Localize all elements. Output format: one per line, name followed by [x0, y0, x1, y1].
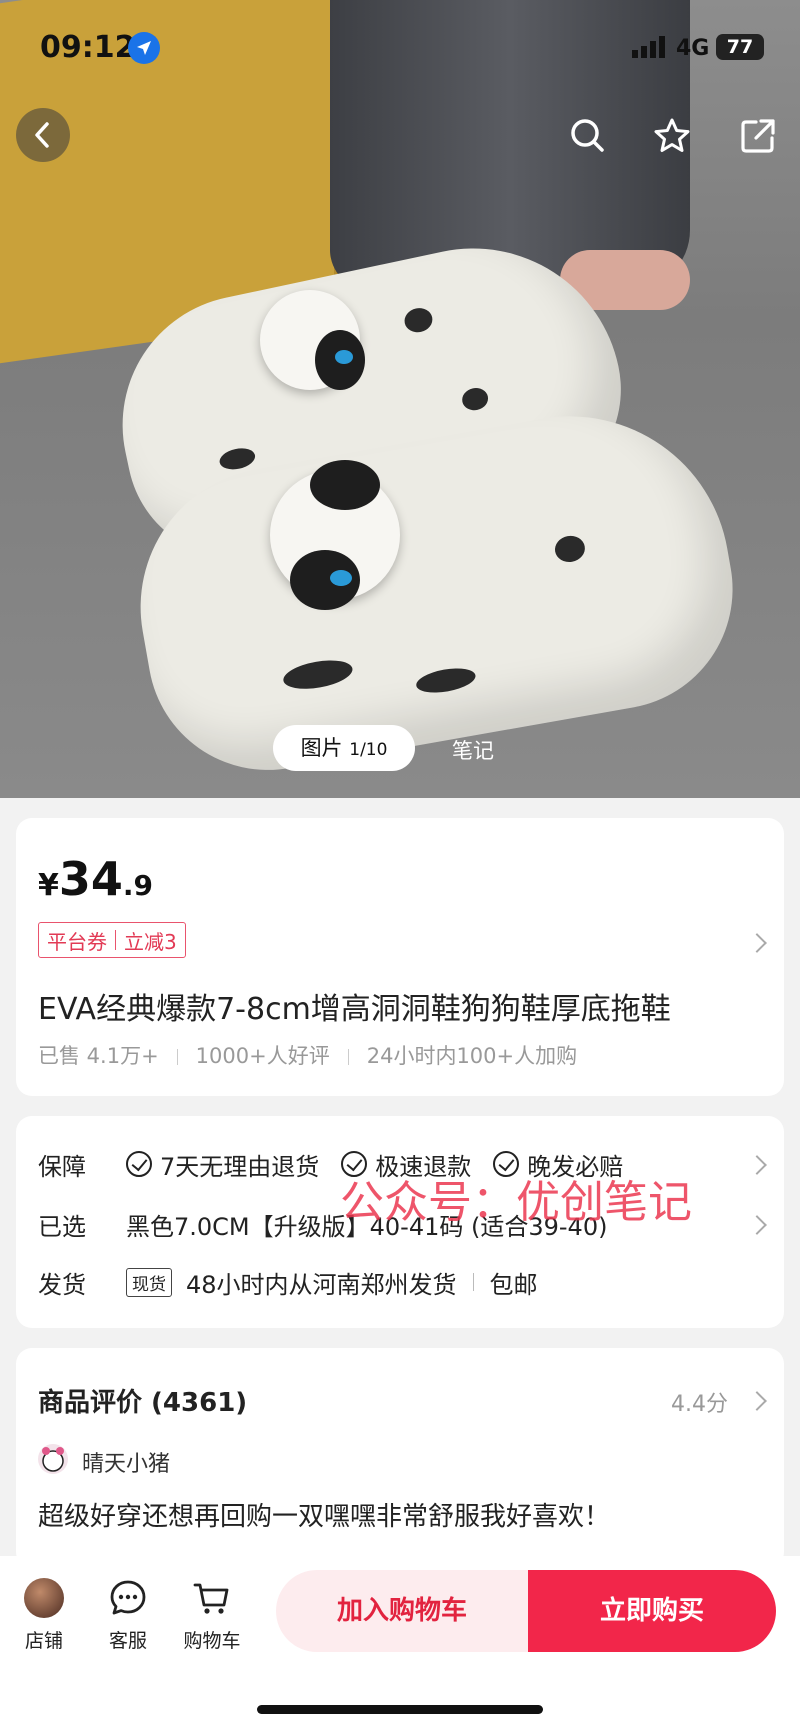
- dog-charm-back: [260, 290, 365, 390]
- cart-label: 购物车: [183, 1630, 241, 1652]
- product-title: EVA经典爆款7-8cm增高洞洞鞋狗狗鞋厚底拖鞋: [38, 992, 671, 1027]
- chevron-right-icon[interactable]: [747, 933, 767, 953]
- shop-label: 店铺: [24, 1630, 63, 1652]
- coupon-value: 立减3: [124, 929, 177, 954]
- signal-icon: [632, 36, 665, 58]
- add-to-cart-button[interactable]: 加入购物车: [276, 1570, 528, 1652]
- chat-bubble-icon: [110, 1580, 146, 1615]
- tab-notes[interactable]: 笔记: [452, 735, 494, 765]
- shop-avatar: [24, 1578, 64, 1618]
- review-score: 4.4分: [671, 1392, 728, 1417]
- chevron-left-icon: [35, 122, 49, 148]
- stats-divider: [176, 1049, 178, 1065]
- guarantee-item: 7天无理由退货: [160, 1152, 320, 1181]
- price: ¥34.9: [38, 852, 153, 906]
- shop-button[interactable]: 店铺: [4, 1578, 84, 1653]
- share-button[interactable]: [734, 112, 782, 160]
- favorite-button[interactable]: [648, 112, 696, 160]
- cart-button[interactable]: 购物车: [172, 1578, 252, 1653]
- battery-icon: 77: [716, 34, 764, 60]
- star-icon: [654, 118, 690, 152]
- good-review-count: 1000+人好评: [195, 1044, 330, 1068]
- shipping-label: 发货: [38, 1270, 86, 1299]
- chevron-right-icon[interactable]: [747, 1391, 767, 1411]
- network-type: 4G: [676, 36, 710, 61]
- share-icon: [741, 119, 775, 153]
- dog-charm-front: [270, 460, 400, 610]
- price-currency: ¥: [38, 868, 59, 903]
- status-bar: 09:12 4G 77: [0, 28, 800, 68]
- stats-divider: [347, 1049, 349, 1065]
- search-button[interactable]: [564, 112, 612, 160]
- back-button[interactable]: [16, 108, 70, 162]
- tab-images-label: 图片: [300, 736, 343, 760]
- coupon-type: 平台券: [47, 929, 107, 954]
- review-title: 商品评价 (4361): [38, 1388, 248, 1418]
- sales-stats: 已售 4.1万+ 1000+人好评 24小时内100+人加购: [38, 1040, 577, 1070]
- tab-images[interactable]: 图片 1/10: [273, 725, 415, 771]
- sold-count: 已售 4.1万+: [38, 1044, 159, 1068]
- tab-images-count: 1/10: [349, 740, 388, 760]
- cart-icon: [193, 1583, 229, 1614]
- review-text: 超级好穿还想再回购一双嘿嘿非常舒服我好喜欢！: [38, 1502, 611, 1532]
- price-card: ¥34.9 平台券 立减3 EVA经典爆款7-8cm增高洞洞鞋狗狗鞋厚底拖鞋 已…: [16, 818, 784, 1096]
- avatar: [38, 1444, 68, 1474]
- status-time: 09:12: [40, 30, 136, 65]
- review-username: 晴天小猪: [82, 1452, 171, 1477]
- shipping-divider: [472, 1273, 474, 1291]
- stock-tag: 现货: [126, 1267, 172, 1297]
- selected-label: 已选: [38, 1212, 86, 1241]
- shipping-value: 48小时内从河南郑州发货: [186, 1270, 457, 1299]
- search-icon: [571, 119, 604, 152]
- recent-add-count: 24小时内100+人加购: [366, 1044, 578, 1068]
- home-indicator[interactable]: [257, 1705, 543, 1714]
- check-circle-icon: [126, 1151, 152, 1177]
- location-arrow-icon: [128, 32, 160, 64]
- customer-service-button[interactable]: 客服: [88, 1578, 168, 1653]
- buy-now-button[interactable]: 立即购买: [528, 1570, 776, 1652]
- guarantee-label: 保障: [38, 1152, 86, 1181]
- price-decimal: .9: [122, 869, 154, 902]
- watermark: 公众号：优创笔记: [340, 1177, 692, 1228]
- shipping-row: 发货 现货 48小时内从河南郑州发货 包邮: [38, 1262, 758, 1302]
- product-image[interactable]: 09:12 4G 77 图片 1/10 笔记: [0, 0, 800, 798]
- postage: 包邮: [489, 1270, 538, 1299]
- coupon-badge[interactable]: 平台券 立减3: [38, 922, 186, 958]
- customer-service-label: 客服: [108, 1630, 147, 1652]
- price-integer: 34: [58, 852, 123, 906]
- review-card[interactable]: 商品评价 (4361) 4.4分 晴天小猪 超级好穿还想再回购一双嘿嘿非常舒服我…: [16, 1348, 784, 1568]
